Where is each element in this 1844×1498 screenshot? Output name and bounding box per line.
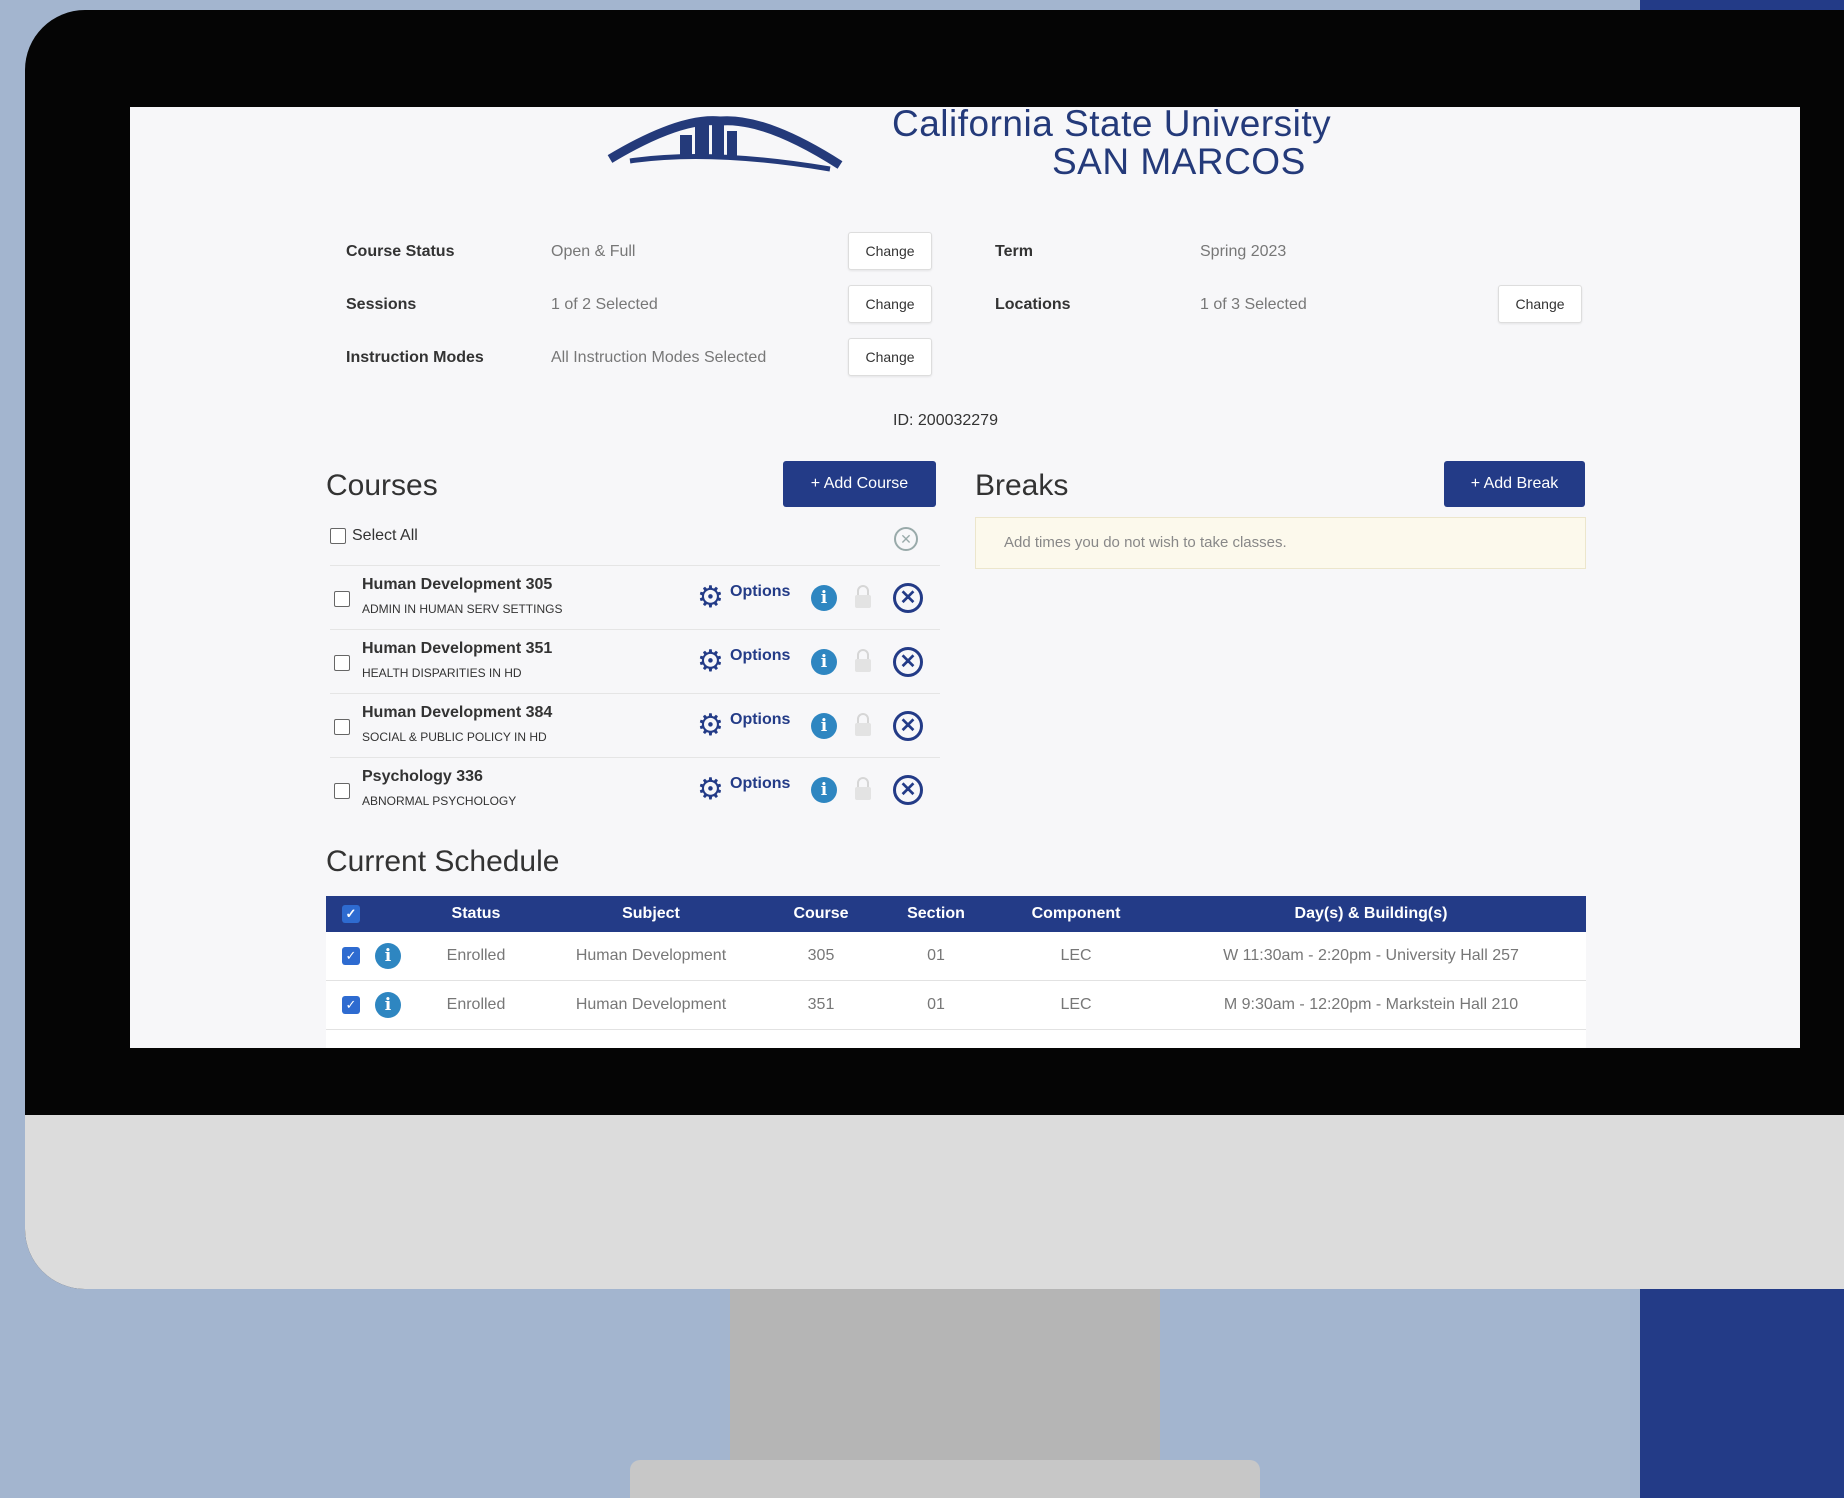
info-icon[interactable]: i (375, 992, 401, 1018)
cell-component: LEC (1060, 947, 1092, 964)
breaks-heading: Breaks (975, 469, 1069, 502)
remove-circle-icon[interactable]: ✕ (893, 583, 923, 613)
gear-icon[interactable]: ⚙ (697, 583, 727, 613)
current-schedule-heading: Current Schedule (326, 845, 560, 878)
course-subtitle: HEALTH DISPARITIES IN HD (362, 666, 522, 680)
course-title: Psychology 336 (362, 768, 483, 785)
cell-status: Enrolled (446, 996, 506, 1013)
term-value: Spring 2023 (1200, 243, 1287, 260)
instruction-modes-label: Instruction Modes (346, 349, 484, 366)
cell-subject: Human Development (575, 996, 727, 1013)
table-row: ✓ i Enrolled Human Development 305 01 LE… (326, 932, 1586, 981)
info-icon[interactable]: i (375, 943, 401, 969)
term-label: Term (995, 243, 1033, 260)
select-all[interactable]: Select All (330, 527, 418, 545)
lock-icon[interactable] (854, 713, 872, 737)
lock-icon[interactable] (854, 649, 872, 673)
schedule-header-row: ✓ Status Subject Course Section Componen… (326, 896, 1586, 932)
logo-text-university: California State University (892, 107, 1332, 144)
select-all-checkbox[interactable]: ✓ (342, 905, 360, 923)
add-course-button[interactable]: + Add Course (783, 461, 936, 507)
course-title: Human Development 351 (362, 640, 553, 657)
options-button[interactable]: Options (730, 583, 790, 601)
course-row: Human Development 351 HEALTH DISPARITIES… (330, 629, 940, 693)
monitor-frame: California State University SAN MARCOS C… (25, 10, 1844, 1289)
schedule-table: ✓ Status Subject Course Section Componen… (326, 896, 1586, 1048)
info-icon[interactable]: i (811, 713, 837, 739)
checkbox-icon[interactable] (334, 655, 350, 671)
options-button[interactable]: Options (730, 775, 790, 793)
table-row-partial (326, 1030, 1586, 1048)
checkbox-icon[interactable] (334, 783, 350, 799)
app-screen: California State University SAN MARCOS C… (130, 107, 1800, 1048)
row-checkbox[interactable]: ✓ (342, 996, 360, 1014)
checkbox-icon[interactable] (334, 591, 350, 607)
cell-status: Enrolled (446, 947, 506, 964)
course-subtitle: ABNORMAL PSYCHOLOGY (362, 794, 517, 808)
column-header-status[interactable]: Status (416, 896, 536, 932)
table-row: ✓ i Enrolled Human Development 351 01 LE… (326, 981, 1586, 1030)
cell-days-buildings: W 11:30am - 2:20pm - University Hall 257 (1223, 947, 1519, 964)
sessions-label: Sessions (346, 296, 417, 313)
column-header-component[interactable]: Component (996, 896, 1156, 932)
checkbox-icon[interactable] (334, 719, 350, 735)
cell-subject: Human Development (575, 947, 727, 964)
student-id: ID: 200032279 (893, 412, 998, 429)
options-button[interactable]: Options (730, 711, 790, 729)
course-row: Human Development 305 ADMIN IN HUMAN SER… (330, 565, 940, 629)
sessions-value: 1 of 2 Selected (551, 296, 658, 313)
column-header-course[interactable]: Course (766, 896, 876, 932)
clear-circle-icon[interactable]: ✕ (894, 527, 918, 551)
cell-section: 01 (927, 996, 945, 1013)
remove-circle-icon[interactable]: ✕ (893, 775, 923, 805)
add-break-button[interactable]: + Add Break (1444, 461, 1585, 507)
sessions-change-button[interactable]: Change (848, 285, 932, 323)
course-title: Human Development 384 (362, 704, 553, 721)
column-header-section[interactable]: Section (876, 896, 996, 932)
locations-change-button[interactable]: Change (1498, 285, 1582, 323)
breaks-note: Add times you do not wish to take classe… (975, 517, 1586, 569)
course-subtitle: ADMIN IN HUMAN SERV SETTINGS (362, 602, 563, 616)
lock-icon[interactable] (854, 777, 872, 801)
logo-text-campus: SAN MARCOS (1052, 141, 1306, 182)
remove-circle-icon[interactable]: ✕ (893, 711, 923, 741)
lock-icon[interactable] (854, 585, 872, 609)
course-row: Human Development 384 SOCIAL & PUBLIC PO… (330, 693, 940, 757)
select-all-label: Select All (352, 527, 418, 544)
monitor-chin (25, 1115, 1844, 1289)
course-status-label: Course Status (346, 243, 455, 260)
course-title: Human Development 305 (362, 576, 553, 593)
cell-course: 305 (807, 947, 835, 964)
instruction-modes-change-button[interactable]: Change (848, 338, 932, 376)
gear-icon[interactable]: ⚙ (697, 711, 727, 741)
info-icon[interactable]: i (811, 777, 837, 803)
monitor-stand-foot (630, 1460, 1260, 1498)
remove-circle-icon[interactable]: ✕ (893, 647, 923, 677)
options-button[interactable]: Options (730, 647, 790, 665)
column-header-subject[interactable]: Subject (536, 896, 766, 932)
info-icon[interactable]: i (811, 585, 837, 611)
locations-label: Locations (995, 296, 1071, 313)
logo-mountain-icon (607, 116, 843, 172)
courses-heading: Courses (326, 469, 438, 502)
info-icon[interactable]: i (811, 649, 837, 675)
course-status-change-button[interactable]: Change (848, 232, 932, 270)
cell-section: 01 (927, 947, 945, 964)
column-header-days-buildings[interactable]: Day(s) & Building(s) (1156, 896, 1586, 932)
gear-icon[interactable]: ⚙ (697, 775, 727, 805)
cell-component: LEC (1060, 996, 1092, 1013)
cell-course: 351 (807, 996, 835, 1013)
row-checkbox[interactable]: ✓ (342, 947, 360, 965)
locations-value: 1 of 3 Selected (1200, 296, 1307, 313)
course-row: Psychology 336 ABNORMAL PSYCHOLOGY ⚙ Opt… (330, 757, 940, 821)
instruction-modes-value: All Instruction Modes Selected (551, 349, 767, 366)
cell-days-buildings: M 9:30am - 12:20pm - Markstein Hall 210 (1223, 996, 1519, 1013)
course-subtitle: SOCIAL & PUBLIC POLICY IN HD (362, 730, 547, 744)
gear-icon[interactable]: ⚙ (697, 647, 727, 677)
checkbox-icon[interactable] (330, 528, 346, 544)
course-status-value: Open & Full (551, 243, 636, 260)
monitor-stand-neck (730, 1289, 1160, 1467)
